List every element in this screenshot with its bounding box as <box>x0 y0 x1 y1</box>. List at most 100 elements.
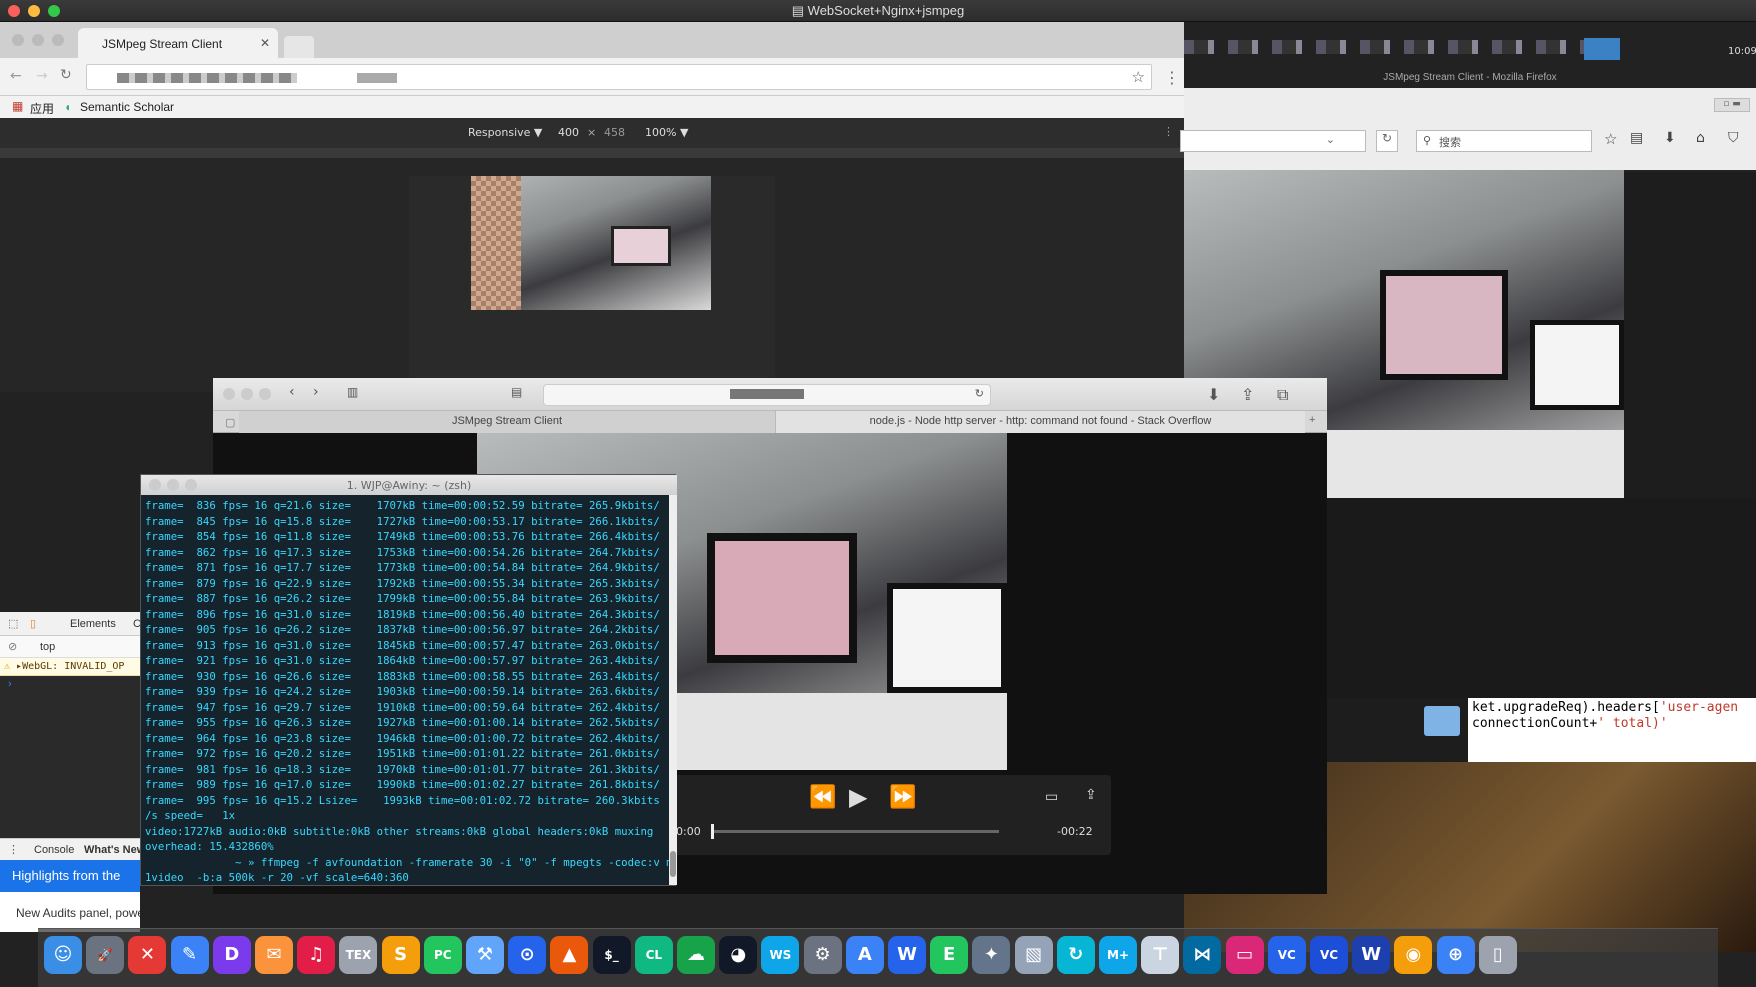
dock-icon-tex[interactable]: TEX <box>339 936 378 974</box>
tab-elements[interactable]: Elements <box>70 618 116 630</box>
address-bar[interactable]: ☆ <box>86 64 1152 90</box>
zoom-select[interactable]: 100% ▼ <box>645 126 688 139</box>
zoom-button[interactable] <box>185 479 197 491</box>
close-button[interactable] <box>12 34 24 46</box>
dock-icon-wechat[interactable]: ☁ <box>677 936 715 974</box>
drawer-menu-icon[interactable]: ⋮ <box>8 843 19 856</box>
dock-icon-word[interactable]: W <box>1352 936 1391 974</box>
dock-icon-dash[interactable]: D <box>212 936 251 974</box>
firefox-address-bar[interactable]: ⌄ <box>1180 130 1366 152</box>
dock-icon-matlab[interactable]: ▲ <box>550 936 589 974</box>
dock-icon-chrome[interactable]: ◉ <box>1394 936 1433 974</box>
dock-icon-webstorm[interactable]: WS <box>761 936 800 974</box>
dock-icon-macdown[interactable]: M+ <box>1099 936 1137 974</box>
dock-icon-imac[interactable]: ▭ <box>1225 936 1264 974</box>
terminal-scrollbar[interactable] <box>669 495 677 885</box>
download-icon[interactable]: ⬇ <box>1664 130 1676 146</box>
dropdown-icon[interactable]: ⌄ <box>1326 133 1335 146</box>
reload-icon[interactable]: ↻ <box>1376 130 1398 152</box>
minimize-button[interactable] <box>32 34 44 46</box>
device-mode-icon[interactable]: ▯ <box>30 617 36 630</box>
dock-icon-xmind[interactable]: ✕ <box>128 936 167 974</box>
dock-icon-pencil[interactable]: ✎ <box>170 936 209 974</box>
dock-icon-launchpad[interactable]: 🚀 <box>86 936 125 974</box>
seek-track[interactable] <box>711 824 999 839</box>
terminal-output[interactable]: frame= 836 fps= 16 q=21.6 size= 1707kB t… <box>141 495 669 885</box>
reader-icon[interactable]: ▤ <box>511 385 522 399</box>
firefox-search[interactable]: ⚲ 搜索 <box>1416 130 1592 152</box>
height-field[interactable]: 458 <box>604 126 625 139</box>
dock-icon-keynote[interactable]: ⊤ <box>1141 936 1180 974</box>
dock-icon-network[interactable]: ⊕ <box>1436 936 1475 974</box>
clear-console-icon[interactable]: ⊘ <box>8 640 17 653</box>
dock-icon-terminal[interactable]: $_ <box>592 936 631 974</box>
drawer-tab-console[interactable]: Console <box>34 844 74 856</box>
new-tab-button[interactable] <box>284 36 314 58</box>
tab-overview-icon[interactable]: ▢ <box>225 416 235 429</box>
reload-icon[interactable]: ↻ <box>975 387 984 400</box>
play-icon[interactable]: ▶ <box>849 783 867 811</box>
drawer-tab-whats-new[interactable]: What's New <box>84 844 140 856</box>
safari-tab[interactable]: JSMpeg Stream Client <box>239 411 775 433</box>
dock-icon-safari[interactable]: ⊙ <box>508 936 547 974</box>
device-select[interactable]: Responsive ▼ <box>468 126 542 139</box>
close-button[interactable] <box>149 479 161 491</box>
bookmark-star-icon[interactable]: ☆ <box>1604 130 1617 148</box>
device-menu-dots-icon[interactable]: ⋮ <box>1163 125 1174 138</box>
home-icon[interactable]: ⌂ <box>1696 130 1705 146</box>
minimize-button[interactable] <box>241 388 253 400</box>
rewind-icon[interactable]: ⏪ <box>809 785 836 810</box>
tab-close-icon[interactable]: ✕ <box>260 36 270 50</box>
bookmark-apps[interactable]: 应用 <box>30 100 54 117</box>
chrome-tab[interactable]: JSMpeg Stream Client ✕ <box>78 28 278 58</box>
dock-icon-vc[interactable]: VC <box>1267 936 1306 974</box>
safari-address-bar[interactable]: ↻ <box>543 384 991 406</box>
forward-icon[interactable]: › <box>313 384 319 400</box>
zoom-button[interactable] <box>259 388 271 400</box>
dock-icon-trash[interactable]: ▯ <box>1478 936 1517 974</box>
dock-icon-xcode-instruments[interactable]: ✦ <box>972 936 1011 974</box>
width-field[interactable]: 400 <box>558 126 579 139</box>
new-tab-icon[interactable]: + <box>1309 414 1315 426</box>
pocket-icon[interactable]: ⛉ <box>1728 130 1739 146</box>
share-icon[interactable]: ⇪ <box>1241 385 1254 404</box>
dock-icon-finder[interactable]: ☺ <box>44 936 82 974</box>
safari-tab[interactable]: node.js - Node http server - http: comma… <box>775 411 1305 433</box>
dock-icon-clion[interactable]: CL <box>634 936 673 974</box>
console-prompt[interactable]: › <box>8 678 12 690</box>
fast-forward-icon[interactable]: ⏩ <box>889 785 916 810</box>
dock-icon-vc-2[interactable]: VC <box>1310 936 1348 974</box>
reading-list-icon[interactable]: ▤ <box>1630 130 1643 146</box>
bookmark-semantic-scholar[interactable]: Semantic Scholar <box>80 100 174 114</box>
sidebar-icon[interactable]: ▥ <box>347 385 358 399</box>
dock-icon-qq[interactable]: ◕ <box>719 936 758 974</box>
window-buttons[interactable]: ▫ ▬ <box>1714 98 1750 112</box>
dock-icon-evernote[interactable]: E <box>930 936 969 974</box>
dock-icon-app-store[interactable]: A <box>845 936 884 974</box>
dock-icon-xcode[interactable]: ⚒ <box>466 936 504 974</box>
reload-icon[interactable]: ↻ <box>60 67 72 83</box>
inspect-icon[interactable]: ⬚ <box>8 617 18 630</box>
menu-dots-icon[interactable]: ⋮ <box>1164 68 1180 87</box>
zoom-button[interactable] <box>52 34 64 46</box>
dock-icon-netease-music[interactable]: ♫ <box>297 936 336 974</box>
dock-icon-pycharm[interactable]: PC <box>423 936 462 974</box>
share-icon[interactable]: ⇪ <box>1085 787 1097 803</box>
minimize-button[interactable] <box>167 479 179 491</box>
dock-icon-preview[interactable]: ▧ <box>1014 936 1053 974</box>
context-select[interactable]: top <box>40 641 55 653</box>
dock-icon-system-preferences[interactable]: ⚙ <box>803 936 842 974</box>
dock-icon-wordpress[interactable]: W <box>888 936 926 974</box>
seek-thumb[interactable] <box>711 824 714 839</box>
back-icon[interactable]: ‹ <box>289 384 295 400</box>
dock-icon-notes[interactable]: ✉ <box>255 936 293 974</box>
download-icon[interactable]: ⬇ <box>1207 385 1220 404</box>
airplay-icon[interactable]: ▭ <box>1045 789 1058 805</box>
dock-icon-vs-code[interactable]: ⋈ <box>1183 936 1222 974</box>
tabs-icon[interactable]: ⧉ <box>1277 385 1288 405</box>
close-button[interactable] <box>223 388 235 400</box>
dock-icon-sync[interactable]: ↻ <box>1056 936 1095 974</box>
scroll-thumb[interactable] <box>670 851 676 877</box>
bookmark-star-icon[interactable]: ☆ <box>1132 68 1145 86</box>
forward-icon[interactable]: → <box>36 68 48 84</box>
